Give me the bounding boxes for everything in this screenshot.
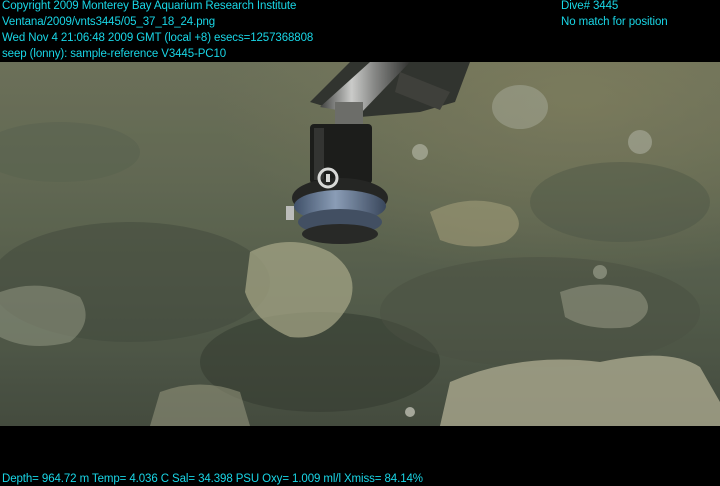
video-frame: Copyright 2009 Monterey Bay Aquarium Res… bbox=[0, 0, 720, 486]
copyright-text: Copyright 2009 Monterey Bay Aquarium Res… bbox=[2, 0, 297, 12]
site-label-text: seep (lonny): sample-reference V3445-PC1… bbox=[2, 48, 227, 60]
telemetry-text: Depth= 964.72 m Temp= 4.036 C Sal= 34.39… bbox=[2, 473, 423, 485]
position-status-text: No match for position bbox=[561, 16, 668, 28]
seafloor-image bbox=[0, 62, 720, 426]
timestamp-text: Wed Nov 4 21:06:48 2009 GMT (local +8) e… bbox=[2, 32, 314, 44]
dive-number-text: Dive# 3445 bbox=[561, 0, 619, 12]
file-path-text: Ventana/2009/vnts3445/05_37_18_24.png bbox=[2, 16, 216, 28]
